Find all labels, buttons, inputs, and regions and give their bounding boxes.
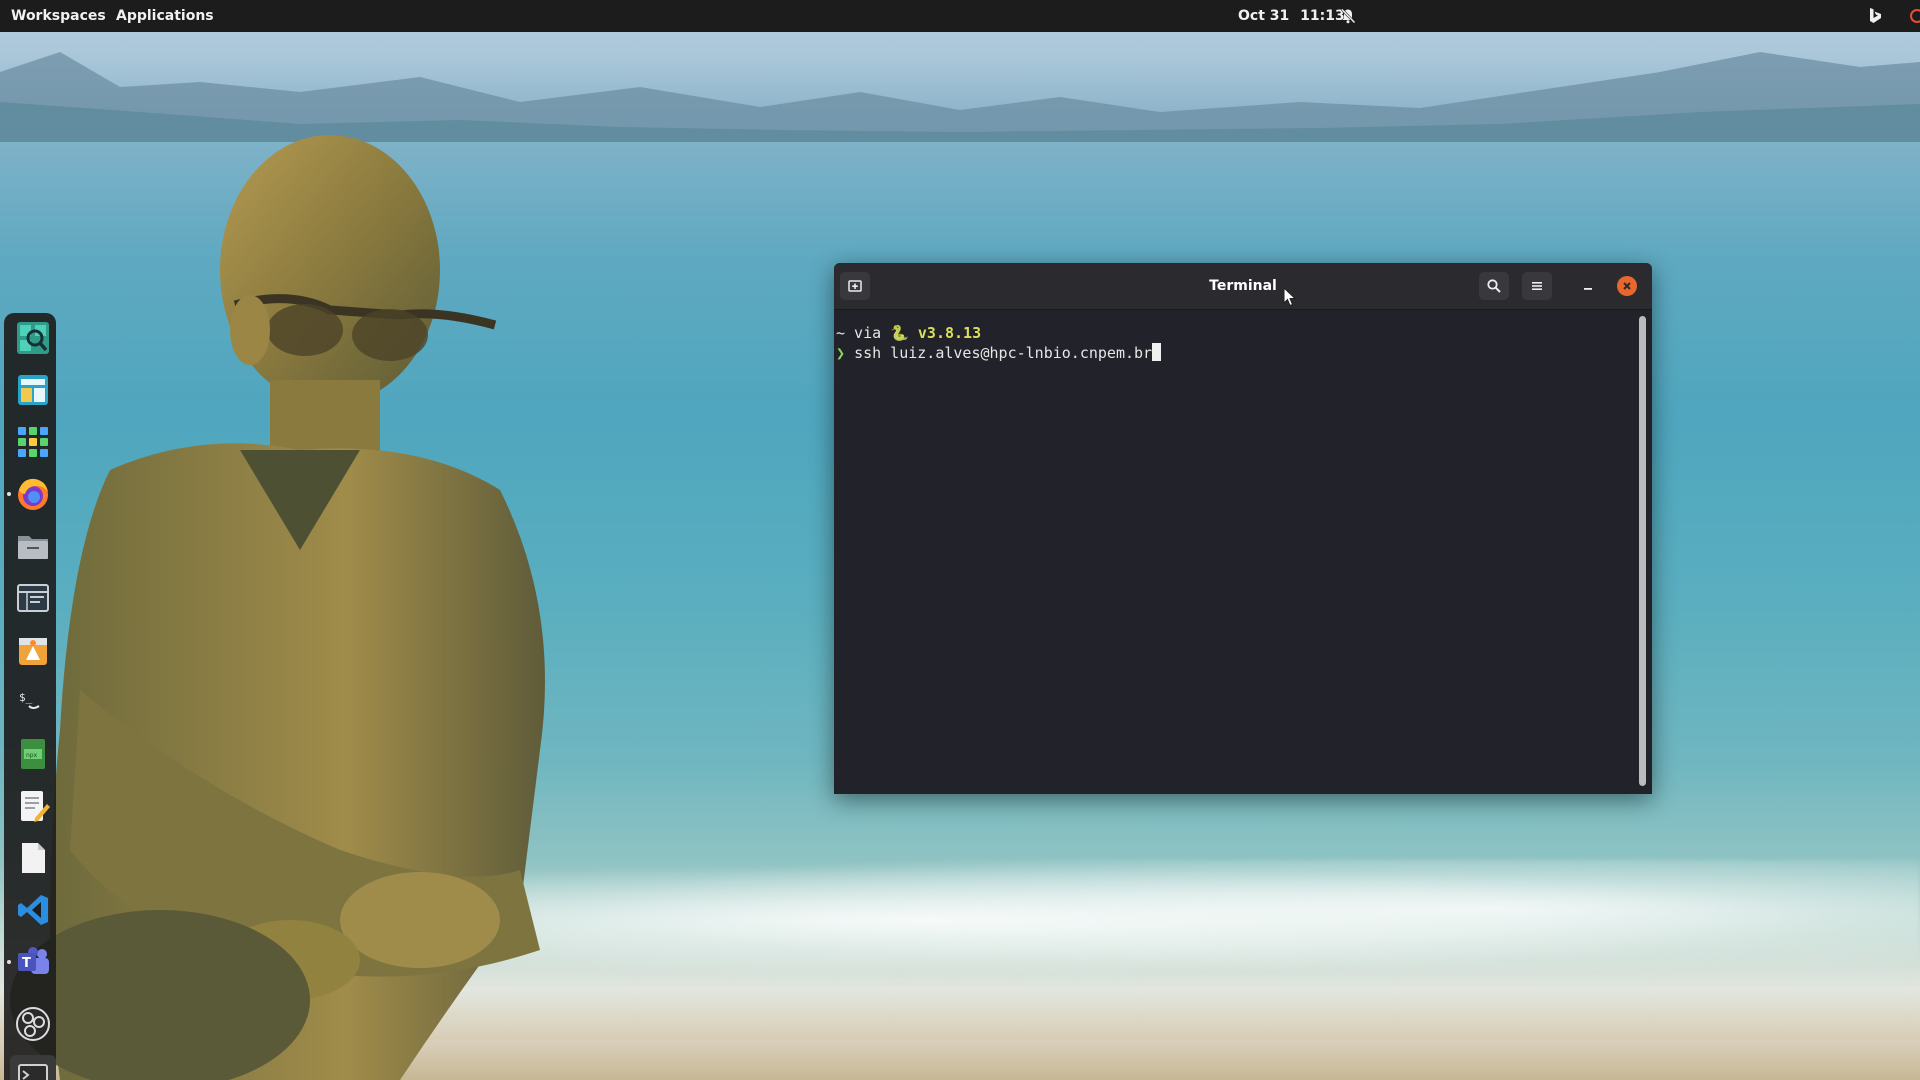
minimize-icon (1584, 288, 1592, 290)
app-store-icon (19, 638, 47, 665)
wallpaper-statue (10, 135, 545, 1080)
search-button[interactable] (1479, 272, 1509, 300)
terminal-icon (18, 1064, 48, 1080)
system-monitor-icon (17, 584, 49, 612)
command-text: ssh luiz.alves@hpc-lnbio.cnpem.br (854, 344, 1153, 362)
dock-item-vscode[interactable] (14, 891, 52, 929)
running-indicator (7, 960, 11, 964)
desktop: Workspaces Applications Oct 31 11:13 $_ … (0, 0, 1920, 1080)
applications-button[interactable]: Applications (116, 0, 214, 32)
terminal-prompt-icon: $_ (19, 691, 40, 709)
dock-item-spreadsheet[interactable]: npx (14, 735, 52, 773)
dock-item-teams[interactable]: T (14, 943, 52, 981)
recording-indicator-icon[interactable] (1910, 9, 1920, 23)
python-icon: 🐍 (890, 324, 909, 342)
teams-icon: T (18, 947, 49, 974)
dock-item-text-editor[interactable] (14, 787, 52, 825)
svg-text:T: T (22, 956, 31, 971)
dock-item-search[interactable] (14, 319, 52, 357)
running-indicator (7, 492, 11, 496)
mouse-pointer-icon (1283, 287, 1297, 307)
dock-item-window-manager[interactable] (14, 371, 52, 409)
bing-tray-icon[interactable] (1866, 7, 1884, 25)
terminal-output[interactable]: ~ via 🐍 v3.8.13 ❯ ssh luiz.alves@hpc-lnb… (834, 310, 1634, 794)
vscode-icon (18, 895, 48, 925)
top-bar: Workspaces Applications Oct 31 11:13 (0, 0, 1920, 32)
terminal-scrollbar[interactable] (1639, 316, 1646, 786)
clock-time: 11:13 (1300, 8, 1345, 24)
command-line[interactable]: ❯ ssh luiz.alves@hpc-lnbio.cnpem.br (836, 343, 1162, 363)
dock-item-obs[interactable] (14, 1005, 52, 1043)
window-manager-icon (18, 375, 48, 405)
clock[interactable]: Oct 31 11:13 (1238, 0, 1351, 32)
minimize-button[interactable] (1574, 272, 1602, 300)
svg-text:$_: $_ (19, 691, 33, 704)
dock-item-system-monitor[interactable] (14, 579, 52, 617)
text-editor-icon (21, 791, 50, 822)
prompt-prefix: ~ via (836, 324, 891, 342)
spreadsheet-icon: npx (21, 739, 45, 769)
hamburger-menu-icon (1532, 282, 1542, 290)
app-grid-icon (18, 427, 48, 457)
svg-text:npx: npx (26, 752, 38, 759)
terminal-header-bar[interactable]: Terminal (834, 263, 1652, 310)
search-icon (17, 322, 49, 354)
dock-item-files[interactable] (14, 527, 52, 565)
menu-button[interactable] (1522, 272, 1552, 300)
document-icon (22, 843, 45, 873)
python-version: v3.8.13 (917, 324, 982, 342)
firefox-icon (18, 478, 48, 510)
files-icon (18, 536, 48, 559)
dock-item-firefox[interactable] (14, 475, 52, 513)
close-button[interactable] (1617, 276, 1637, 296)
prompt-symbol: ❯ (836, 344, 846, 362)
prompt-info-line: ~ via 🐍 v3.8.13 (836, 323, 981, 343)
clock-date: Oct 31 (1238, 8, 1290, 24)
wallpaper-mountains (0, 52, 1920, 142)
wallpaper-surf (500, 860, 1920, 980)
text-cursor (1152, 343, 1162, 361)
close-icon (1623, 282, 1631, 290)
dock-item-document[interactable] (14, 839, 52, 877)
dock-item-terminal-prompt[interactable]: $_ (14, 683, 52, 721)
dock-item-app-grid[interactable] (14, 423, 52, 461)
dock-item-app-store[interactable] (14, 631, 52, 669)
notifications-off-icon[interactable] (1340, 8, 1356, 24)
dock-item-terminal[interactable] (10, 1055, 56, 1080)
dock: $_ npx T (4, 313, 56, 1080)
obs-icon (16, 1007, 50, 1041)
workspaces-button[interactable]: Workspaces (11, 0, 106, 32)
search-icon (1487, 279, 1501, 293)
terminal-window[interactable]: Terminal ~ via 🐍 v3.8.13 ❯ ssh luiz.alve… (834, 263, 1652, 794)
